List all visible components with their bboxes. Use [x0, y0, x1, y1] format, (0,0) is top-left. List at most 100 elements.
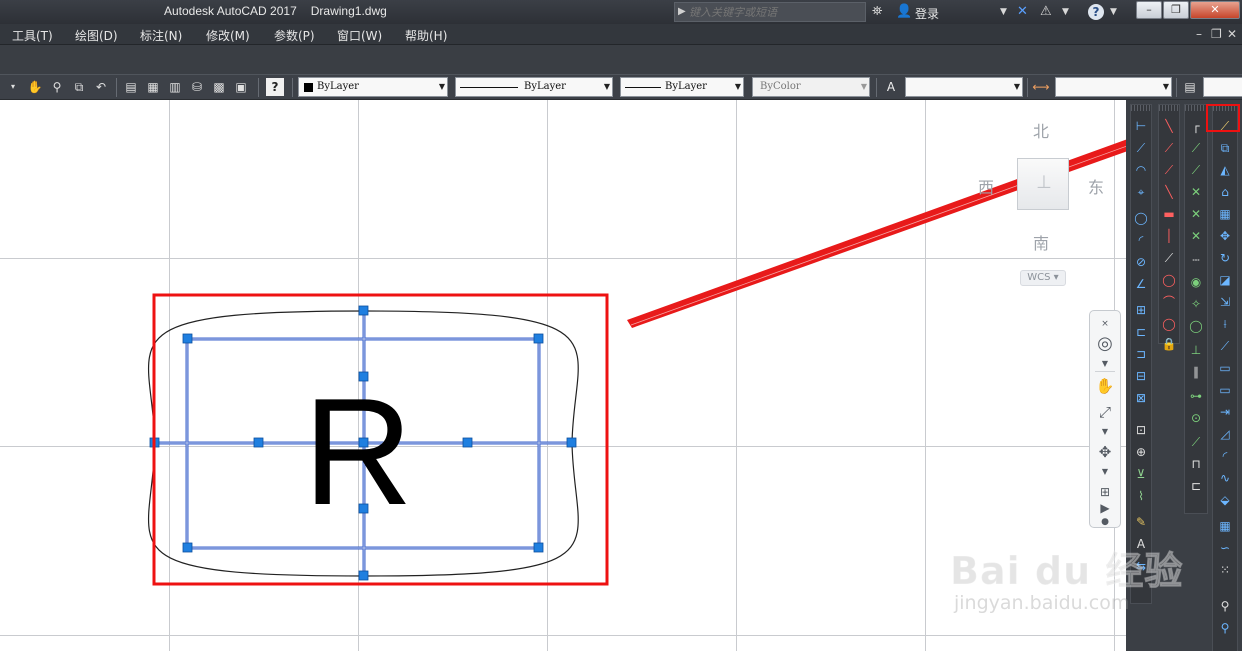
toolbar-grip[interactable]	[1131, 105, 1151, 111]
zoom-window-tool-icon[interactable]: ⚲	[1216, 597, 1234, 615]
inspection-icon[interactable]: ⊻	[1132, 465, 1150, 483]
menu-window[interactable]: 窗口(W)	[337, 27, 382, 44]
snap-insert-icon[interactable]: ⊶	[1187, 387, 1205, 405]
sheet-set-icon[interactable]: ⛁	[188, 78, 206, 96]
jogged-dim-icon[interactable]: ◜	[1132, 231, 1150, 249]
doc-restore-icon[interactable]: ❐	[1211, 27, 1222, 41]
restore-button[interactable]: ❐	[1163, 1, 1189, 19]
a360-dropdown-icon[interactable]: ▼	[1062, 4, 1069, 20]
minimize-button[interactable]: –	[1136, 1, 1162, 19]
snap-extension-icon[interactable]: ┄	[1187, 251, 1205, 269]
tolerance-icon[interactable]: ⊡	[1132, 421, 1150, 439]
dim-style-combo[interactable]: ▼	[1055, 77, 1172, 97]
steering-wheel-icon[interactable]: ◎	[1094, 333, 1116, 355]
search-input[interactable]	[689, 4, 861, 20]
lineweight-combo[interactable]: ByLayer ▼	[620, 77, 744, 97]
login-button[interactable]: 登录	[915, 5, 939, 22]
snap-from-icon[interactable]: ⟋	[1187, 139, 1205, 157]
wcs-menu[interactable]: WCS ▾	[1020, 270, 1066, 286]
text-style-combo[interactable]: ▼	[905, 77, 1023, 97]
dim-text-edit-icon[interactable]: A	[1132, 535, 1150, 553]
point-icon[interactable]: ⁙	[1216, 561, 1234, 579]
break-icon[interactable]: ▭	[1216, 381, 1234, 399]
snap-midpoint-icon[interactable]: ✕	[1187, 183, 1205, 201]
stretch-icon[interactable]: ⇲	[1216, 293, 1234, 311]
viewcube-face[interactable]: ⊥	[1017, 158, 1069, 210]
user-icon[interactable]: 👤	[896, 4, 912, 20]
snap-node-icon[interactable]: ⊙	[1187, 409, 1205, 427]
viewcube-north[interactable]: 北	[1033, 118, 1049, 142]
close-button[interactable]: ✕	[1190, 1, 1240, 19]
jogged-linear-icon[interactable]: ⌇	[1132, 487, 1150, 505]
diameter-dim-icon[interactable]: ⊘	[1132, 253, 1150, 271]
chevron-down-icon[interactable]: ▼	[1094, 421, 1116, 443]
zoom-window-icon[interactable]: ⧉	[70, 78, 88, 96]
mirror-icon[interactable]: ◭	[1216, 161, 1234, 179]
rotate-icon[interactable]: ↻	[1216, 249, 1234, 267]
navbar-close-icon[interactable]: ×	[1099, 313, 1111, 335]
help-icon[interactable]: ?	[1088, 4, 1104, 20]
grip[interactable]	[358, 437, 369, 448]
menu-modify[interactable]: 修改(M)	[206, 27, 250, 44]
viewcube[interactable]: 北 南 东 西 ⊥ WCS ▾	[975, 118, 1115, 288]
quick-dim-icon[interactable]: ⊞	[1132, 301, 1150, 319]
block-icon[interactable]: ▦	[1216, 517, 1234, 535]
polyline-icon[interactable]: ⟋	[1160, 161, 1178, 179]
dim-style-icon[interactable]: ⟷	[1032, 78, 1050, 96]
menu-tools[interactable]: 工具(T)	[12, 27, 53, 44]
center-mark-icon[interactable]: ⊕	[1132, 443, 1150, 461]
copy-icon[interactable]: ⧉	[1216, 139, 1234, 157]
snap-nearest-icon[interactable]: ⟋	[1187, 433, 1205, 451]
temp-track-icon[interactable]: ┌	[1187, 117, 1205, 135]
grip[interactable]	[182, 542, 193, 553]
dim-space-icon[interactable]: ⊟	[1132, 367, 1150, 385]
snap-center-icon[interactable]: ◉	[1187, 273, 1205, 291]
offset-icon[interactable]: ⌂	[1216, 183, 1234, 201]
login-dropdown-icon[interactable]: ▼	[1000, 4, 1007, 20]
grip[interactable]	[566, 437, 577, 448]
snap-endpoint-icon[interactable]: ⟋	[1187, 161, 1205, 179]
arc-icon[interactable]: │	[1160, 227, 1178, 245]
ellipse-icon[interactable]: ◯	[1160, 315, 1178, 333]
move-icon[interactable]: ✥	[1216, 227, 1234, 245]
zoom-previous-icon[interactable]: ↶	[92, 78, 110, 96]
grip[interactable]	[358, 371, 369, 382]
viewcube-east[interactable]: 东	[1088, 174, 1104, 198]
hatch-icon[interactable]: ∽	[1216, 539, 1234, 557]
aligned-dim-icon[interactable]: ⟋	[1132, 139, 1150, 157]
zoom-realtime-icon[interactable]: ⚲	[48, 78, 66, 96]
table-style-icon[interactable]: ▤	[1181, 78, 1199, 96]
lock-icon[interactable]: 🔒	[1160, 335, 1178, 353]
snap-quadrant-icon[interactable]: ✧	[1187, 295, 1205, 313]
osnap-settings-icon[interactable]: ⊏	[1187, 477, 1205, 495]
snap-tangent-icon[interactable]: ◯	[1187, 317, 1205, 335]
menu-parametric[interactable]: 参数(P)	[274, 27, 315, 44]
fillet-icon[interactable]: ◜	[1216, 447, 1234, 465]
tool-palettes-icon[interactable]: ▥	[166, 78, 184, 96]
doc-close-icon[interactable]: ✕	[1227, 27, 1237, 41]
help-dropdown-icon[interactable]: ▼	[1110, 4, 1117, 20]
chevron-down-icon[interactable]: ▼	[1094, 461, 1116, 483]
menu-help[interactable]: 帮助(H)	[405, 27, 447, 44]
zoom-dynamic-icon[interactable]: ⚲	[1216, 619, 1234, 637]
linetype-combo[interactable]: ByLayer ▼	[455, 77, 613, 97]
chamfer-icon[interactable]: ◿	[1216, 425, 1234, 443]
snap-intersection-icon[interactable]: ✕	[1187, 205, 1205, 223]
grip[interactable]	[182, 333, 193, 344]
calculator-icon[interactable]: ▣	[232, 78, 250, 96]
baseline-dim-icon[interactable]: ⊏	[1132, 323, 1150, 341]
revcloud-icon[interactable]: ◯	[1160, 271, 1178, 289]
snap-parallel-icon[interactable]: ∥	[1187, 363, 1205, 381]
toolbar-grip[interactable]	[1185, 105, 1207, 111]
ordinate-dim-icon[interactable]: ⌖	[1132, 183, 1150, 201]
binoculars-icon[interactable]: ⛯	[872, 4, 882, 20]
grip[interactable]	[462, 437, 473, 448]
exchange-icon[interactable]: ✕	[1017, 4, 1028, 20]
dim-update-icon[interactable]: ⇆	[1132, 557, 1150, 575]
toolbar-grip[interactable]	[1159, 105, 1179, 111]
pan-icon[interactable]: ✋	[26, 78, 44, 96]
drawing-canvas[interactable]: R	[0, 100, 1126, 651]
snap-perpendicular-icon[interactable]: ⊥	[1187, 341, 1205, 359]
menu-dimension[interactable]: 标注(N)	[140, 27, 182, 44]
construction-line-icon[interactable]: ⟋	[1160, 139, 1178, 157]
